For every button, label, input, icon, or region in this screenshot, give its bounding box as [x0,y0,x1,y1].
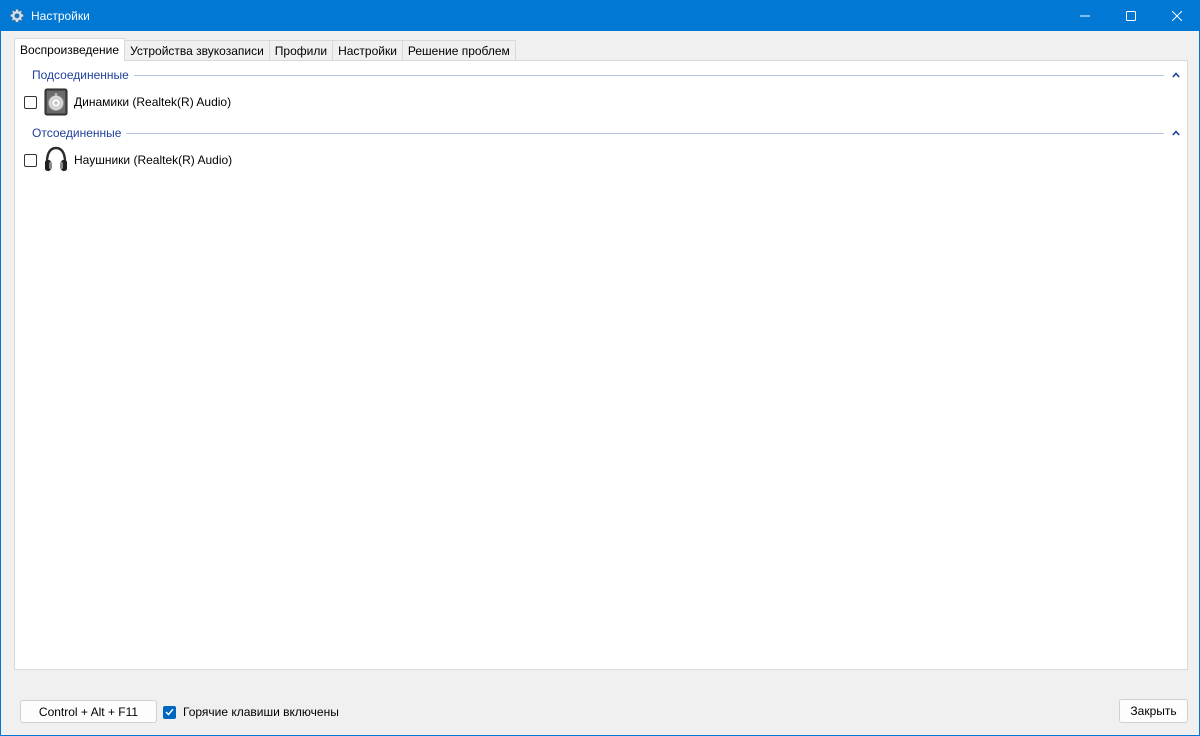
tab-label: Устройства звукозаписи [130,43,264,58]
close-icon [1172,10,1182,21]
tab-playback[interactable]: Воспроизведение [14,38,126,61]
speaker-icon [44,87,68,117]
device-label: Динамики (Realtek(R) Audio) [74,95,232,109]
chevron-up-icon[interactable] [1170,69,1182,81]
maximize-button[interactable] [1108,0,1154,31]
group-title: Отсоединенные [32,126,122,140]
device-checkbox[interactable] [24,95,37,109]
device-item-speakers[interactable]: Динамики (Realtek(R) Audio) [24,85,231,119]
tab-settings[interactable]: Настройки [332,40,403,60]
group-divider [133,74,1164,76]
tab-label: Решение проблем [407,43,510,58]
device-list: Подсоединенные Динамики (Realtek(R) Audi… [20,65,1183,666]
hotkeys-enabled-label: Горячие клавиши включены [183,705,339,719]
hotkeys-enabled-checkbox[interactable]: Горячие клавиши включены [163,704,339,720]
device-checkbox[interactable] [24,153,37,167]
tab-label: Воспроизведение [20,43,120,57]
close-button-label: Закрыть [1130,704,1177,718]
gear-icon [9,8,25,24]
window-title: Настройки [31,8,90,23]
device-label: Наушники (Realtek(R) Audio) [74,153,233,167]
checkmark-icon[interactable] [163,705,176,719]
tab-troubleshooting[interactable]: Решение проблем [401,40,516,60]
group-divider [126,132,1164,134]
tab-strip: Воспроизведение Устройства звукозаписи П… [14,38,516,61]
group-title: Подсоединенные [32,68,129,82]
minimize-icon [1080,15,1090,16]
tab-label: Настройки [338,43,397,58]
tab-profiles[interactable]: Профили [268,40,334,60]
headphones-icon [44,145,68,175]
close-button[interactable]: Закрыть [1119,699,1188,723]
group-header-connected[interactable]: Подсоединенные [32,67,1182,83]
window-controls [1062,0,1200,31]
tab-panel: Подсоединенные Динамики (Realtek(R) Audi… [14,60,1188,670]
tab-recording-devices[interactable]: Устройства звукозаписи [124,40,270,60]
title-bar[interactable]: Настройки [0,0,1200,31]
device-item-headphones[interactable]: Наушники (Realtek(R) Audio) [24,143,232,177]
hotkey-button[interactable]: Control + Alt + F11 [20,700,157,723]
minimize-button[interactable] [1062,0,1108,31]
tab-label: Профили [274,43,328,58]
group-header-disconnected[interactable]: Отсоединенные [32,125,1182,141]
chevron-up-icon[interactable] [1170,127,1182,139]
close-window-button[interactable] [1154,0,1200,31]
hotkey-button-label: Control + Alt + F11 [38,704,139,719]
maximize-icon [1126,10,1136,21]
